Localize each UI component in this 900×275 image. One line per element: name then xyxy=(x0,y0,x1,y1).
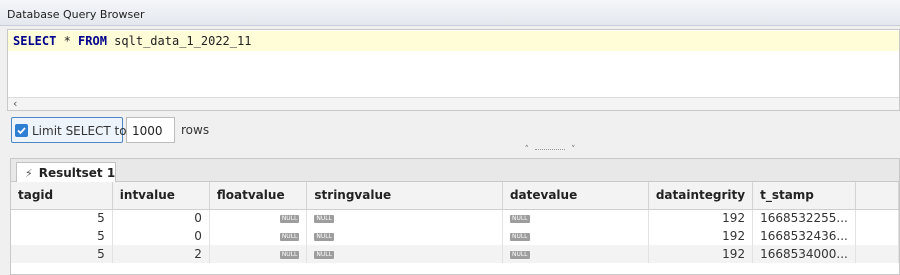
results-tabstrip: ⚡︎ Resultset 1 xyxy=(11,159,899,183)
cell-t-stamp[interactable]: 1668534000... xyxy=(752,245,856,263)
column-header-intvalue[interactable]: intvalue xyxy=(112,182,210,210)
column-header-stringvalue[interactable]: stringvalue xyxy=(306,182,503,210)
header-row: tagid intvalue floatvalue stringvalue da… xyxy=(11,182,900,210)
null-badge: NULL xyxy=(509,214,530,223)
column-header-dataintegrity[interactable]: dataintegrity xyxy=(648,182,754,210)
rows-label: rows xyxy=(181,123,210,137)
cell-floatvalue[interactable]: NULL xyxy=(209,245,308,263)
cell-tagid[interactable]: 5 xyxy=(11,227,113,245)
null-badge: NULL xyxy=(279,250,300,259)
horizontal-scrollbar[interactable]: ‹ xyxy=(8,97,899,110)
column-header-empty xyxy=(855,182,900,210)
cell-intvalue[interactable]: 0 xyxy=(112,209,210,227)
cell-stringvalue[interactable]: NULL xyxy=(306,227,503,245)
limit-select-checkbox[interactable]: Limit SELECT to: xyxy=(11,117,131,143)
cell-datevalue[interactable]: NULL xyxy=(502,245,649,263)
table-row[interactable]: 5 0 NULL NULL NULL 192 1668532436... xyxy=(11,227,900,245)
column-header-floatvalue[interactable]: floatvalue xyxy=(209,182,308,210)
star-token: * xyxy=(56,34,79,48)
cell-stringvalue[interactable]: NULL xyxy=(306,245,503,263)
limit-row: Limit SELECT to: 1000 rows xyxy=(11,116,411,144)
tab-label: Resultset 1 xyxy=(38,166,116,180)
query-text[interactable]: SELECT * FROM sqlt_data_1_2022_11 xyxy=(8,31,899,51)
limit-value-input[interactable]: 1000 xyxy=(126,117,175,143)
table-row[interactable]: 5 2 NULL NULL NULL 192 1668534000... xyxy=(11,245,900,263)
cell-stringvalue[interactable]: NULL xyxy=(306,209,503,227)
cell-empty xyxy=(855,227,900,245)
null-badge: NULL xyxy=(279,214,300,223)
table-row[interactable]: 5 0 NULL NULL NULL 192 1668532255... xyxy=(11,209,900,227)
null-badge: NULL xyxy=(314,232,334,241)
cell-tagid[interactable]: 5 xyxy=(11,209,113,227)
null-badge: NULL xyxy=(279,232,300,241)
window-title: Database Query Browser xyxy=(0,0,900,26)
cell-tagid[interactable]: 5 xyxy=(11,245,113,263)
null-badge: NULL xyxy=(314,214,334,223)
cell-dataintegrity[interactable]: 192 xyxy=(648,209,754,227)
from-keyword: FROM xyxy=(78,34,107,48)
select-keyword: SELECT xyxy=(13,34,57,48)
results-panel: ⚡︎ Resultset 1 tagid intvalue floatvalue … xyxy=(10,158,900,275)
tab-resultset-1[interactable]: ⚡︎ Resultset 1 xyxy=(16,162,116,183)
cell-floatvalue[interactable]: NULL xyxy=(209,227,308,245)
cell-t-stamp[interactable]: 1668532255... xyxy=(752,209,856,227)
cell-intvalue[interactable]: 0 xyxy=(112,227,210,245)
grip-icon[interactable] xyxy=(535,149,565,150)
cell-t-stamp[interactable]: 1668532436... xyxy=(752,227,856,245)
table-name: sqlt_data_1_2022_11 xyxy=(106,34,252,48)
null-badge: NULL xyxy=(314,250,334,259)
chevron-down-icon[interactable]: ˅ xyxy=(571,145,576,155)
column-header-t-stamp[interactable]: t_stamp xyxy=(752,182,856,210)
cell-dataintegrity[interactable]: 192 xyxy=(648,245,754,263)
null-badge: NULL xyxy=(509,232,530,241)
cell-intvalue[interactable]: 2 xyxy=(112,245,210,263)
cell-floatvalue[interactable]: NULL xyxy=(209,209,308,227)
scroll-left-icon[interactable]: ‹ xyxy=(13,97,17,110)
results-grid: tagid intvalue floatvalue stringvalue da… xyxy=(11,182,900,263)
checkmark-icon[interactable] xyxy=(15,124,28,137)
cell-dataintegrity[interactable]: 192 xyxy=(648,227,754,245)
column-header-datevalue[interactable]: datevalue xyxy=(502,182,649,210)
cell-empty xyxy=(855,209,900,227)
cell-datevalue[interactable]: NULL xyxy=(502,209,649,227)
lightning-icon: ⚡︎ xyxy=(25,167,33,180)
query-editor[interactable]: SELECT * FROM sqlt_data_1_2022_11 ‹ xyxy=(7,29,900,111)
limit-select-label[interactable]: Limit SELECT to: xyxy=(32,124,131,138)
panel-splitter[interactable]: ˄ ˅ xyxy=(500,145,600,159)
column-header-tagid[interactable]: tagid xyxy=(11,182,113,210)
chevron-up-icon[interactable]: ˄ xyxy=(525,145,530,155)
cell-empty xyxy=(855,245,900,263)
null-badge: NULL xyxy=(509,250,530,259)
cell-datevalue[interactable]: NULL xyxy=(502,227,649,245)
